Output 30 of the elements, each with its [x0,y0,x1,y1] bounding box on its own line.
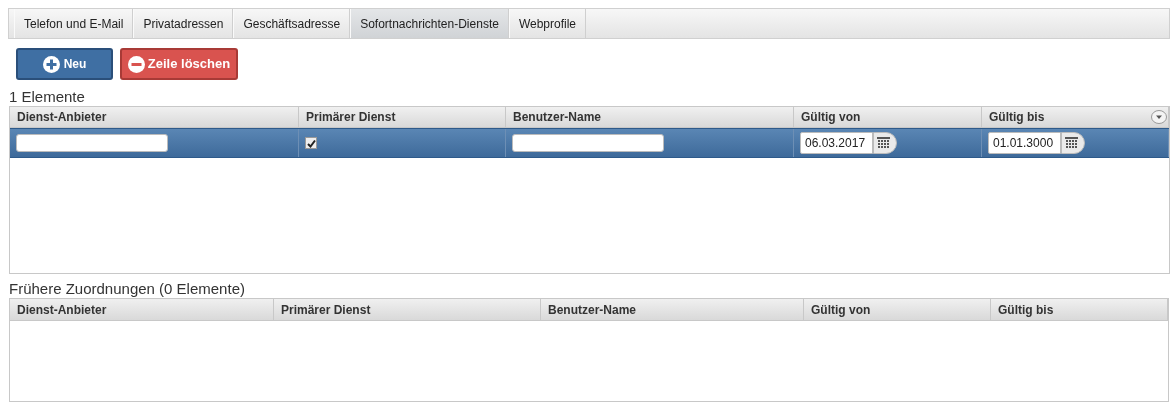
plus-icon [42,55,60,73]
dropdown-icon[interactable] [1151,110,1167,124]
calendar-button[interactable] [873,132,897,154]
column-header[interactable]: Gültig bis [991,299,1168,320]
calendar-icon [877,137,890,149]
delete-row-button[interactable]: Zeile löschen [120,48,238,80]
date-field[interactable]: 01.01.3000 [988,132,1061,154]
table-row[interactable]: 06.03.2017 01.01.3000 [10,128,1169,158]
minus-icon [127,55,145,73]
column-header[interactable]: Benutzer-Name [506,107,794,127]
calendar-icon [1065,137,1078,149]
input-field[interactable] [16,134,168,152]
date-field[interactable]: 06.03.2017 [800,132,873,154]
column-header[interactable]: Primärer Dienst [274,299,541,320]
checkbox[interactable] [305,137,317,149]
tab[interactable]: Privatadressen [133,9,234,38]
tab[interactable]: Sofortnachrichten-Dienste [350,9,509,38]
tab[interactable]: Webprofile [508,9,587,38]
column-header[interactable]: Dienst-Anbieter [10,107,299,127]
calendar-button[interactable] [1061,132,1085,154]
section-title: Frühere Zuordnungen (0 Elemente) [9,280,246,298]
tab[interactable]: Telefon und E-Mail [14,9,134,38]
column-header[interactable]: Primärer Dienst [299,107,506,127]
column-header[interactable]: Gültig von [804,299,991,320]
new-button[interactable]: Neu [16,48,113,80]
column-header[interactable]: Dienst-Anbieter [10,299,274,320]
column-header[interactable]: Benutzer-Name [541,299,804,320]
item-count: 1 Elemente [9,88,86,106]
input-field[interactable] [512,134,664,152]
column-header[interactable]: Gültig von [794,107,982,127]
